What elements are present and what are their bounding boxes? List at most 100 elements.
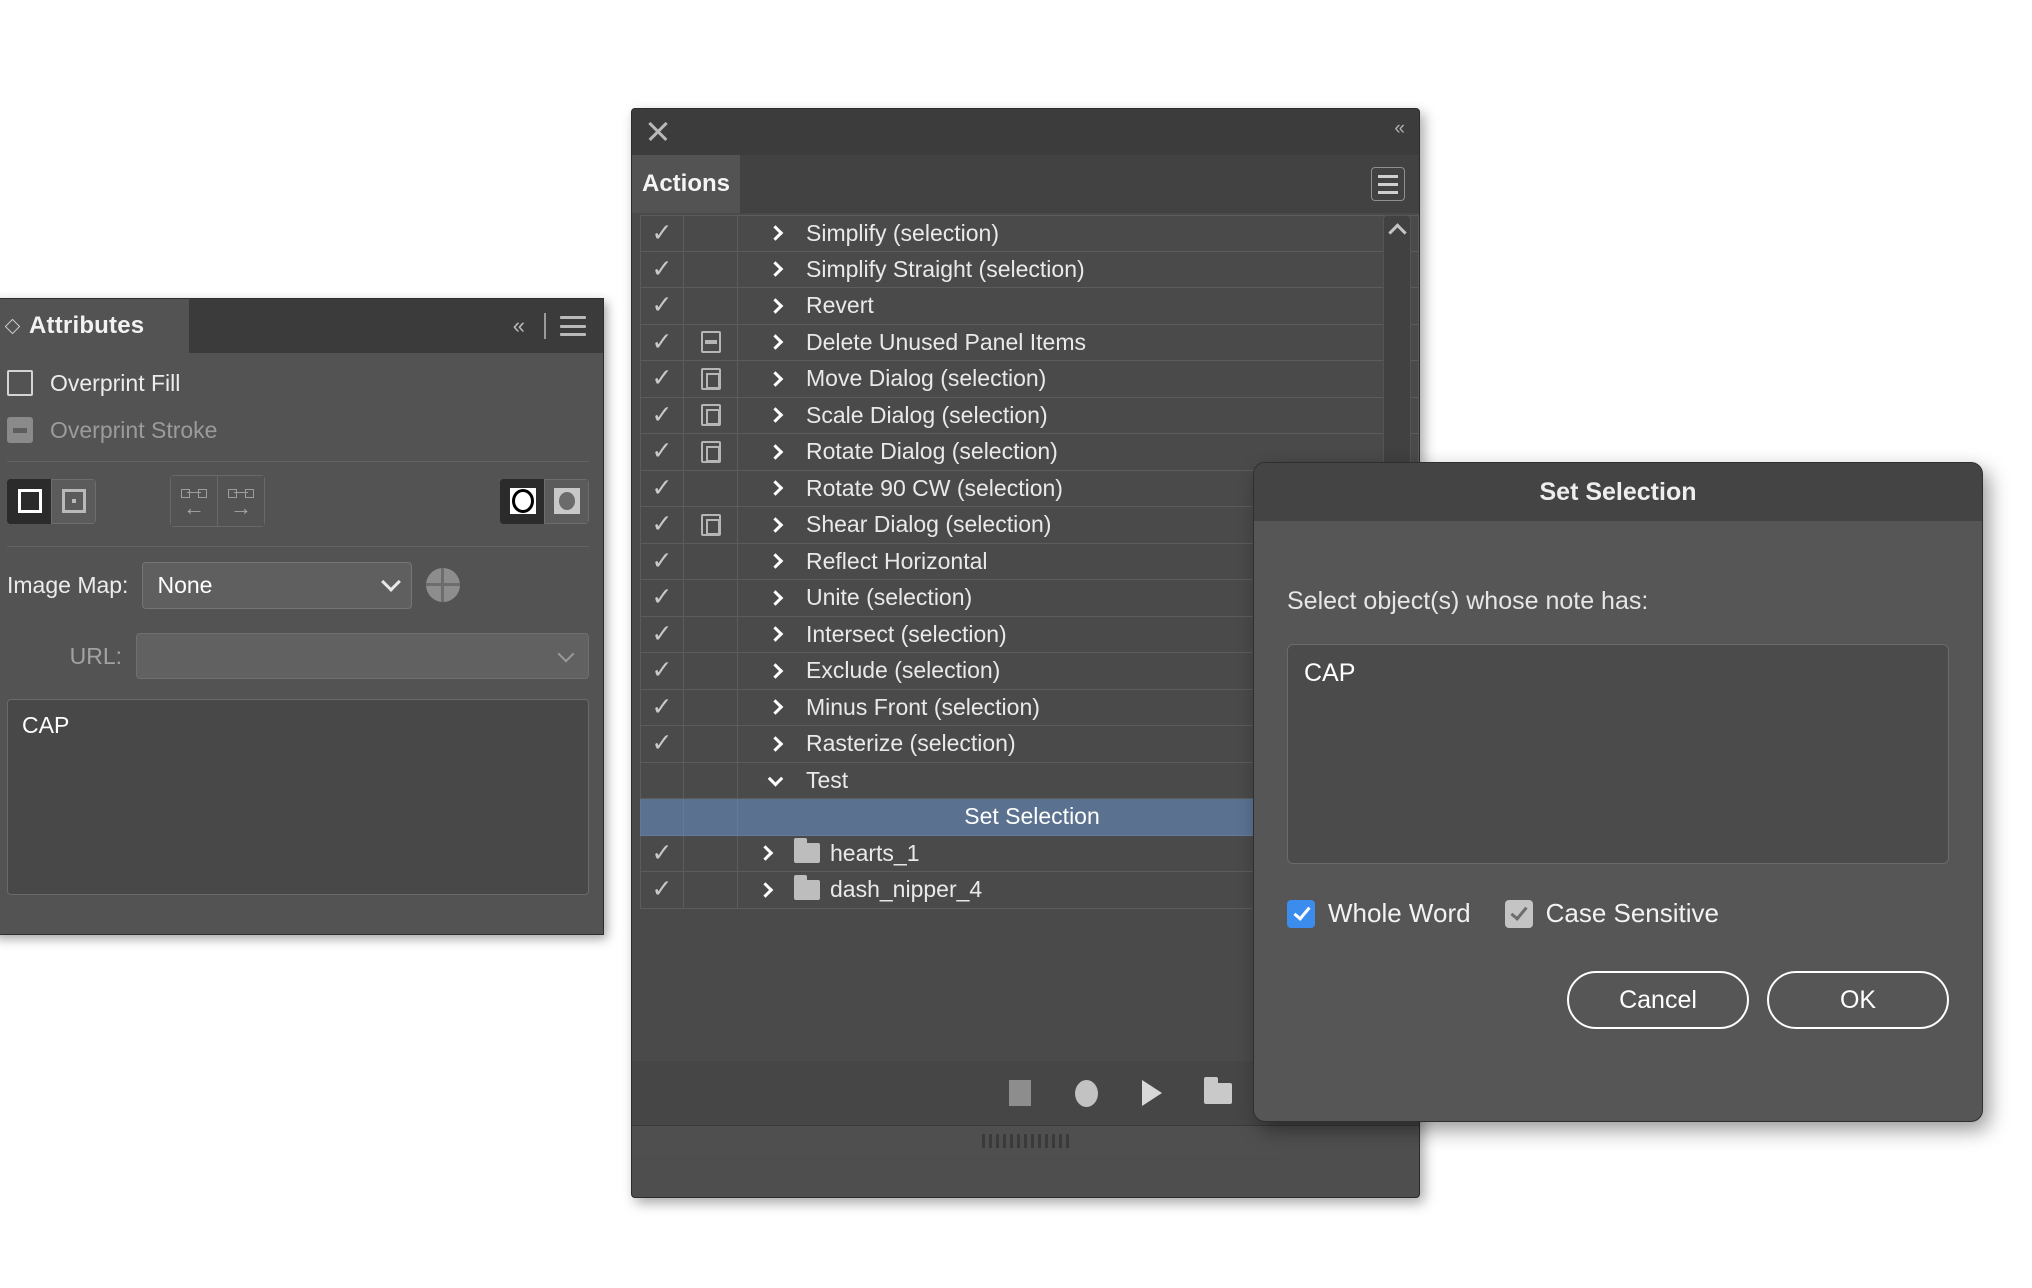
actions-resize-grip[interactable] [632, 1125, 1419, 1155]
globe-icon[interactable] [426, 568, 461, 602]
chevron-right-icon[interactable] [767, 662, 784, 679]
note-textarea[interactable]: CAP [7, 699, 589, 895]
create-new-set-button[interactable] [1203, 1076, 1233, 1108]
chevron-right-icon[interactable] [767, 407, 784, 424]
dialog-toggle-cell[interactable] [684, 616, 738, 653]
chevron-right-icon[interactable] [767, 589, 784, 606]
chevron-right-icon[interactable] [767, 735, 784, 752]
show-center-button[interactable] [7, 478, 52, 524]
chevron-right-icon[interactable] [757, 881, 774, 898]
dialog-toggle-cell[interactable] [684, 215, 738, 252]
record-button[interactable] [1071, 1078, 1101, 1108]
case-sensitive-option[interactable]: Case Sensitive [1504, 898, 1719, 929]
action-toggle-checkbox[interactable]: ✓ [640, 470, 684, 507]
action-row[interactable]: ✓ Scale Dialog (selection) [640, 397, 1419, 434]
overprint-fill-checkbox[interactable] [7, 370, 33, 396]
play-button[interactable] [1137, 1078, 1167, 1108]
tab-actions[interactable]: Actions [632, 155, 740, 213]
action-toggle-checkbox[interactable]: ✓ [640, 616, 684, 653]
url-input[interactable] [136, 633, 589, 679]
whole-word-option[interactable]: Whole Word [1287, 898, 1471, 929]
stop-button[interactable] [1005, 1078, 1035, 1108]
chevron-right-icon[interactable] [767, 553, 784, 570]
action-toggle-checkbox[interactable]: ✓ [640, 324, 684, 361]
chevron-right-icon[interactable] [767, 297, 784, 314]
action-toggle-checkbox[interactable]: ✓ [640, 251, 684, 288]
action-label-cell[interactable]: Delete Unused Panel Items [738, 324, 1419, 361]
note-search-textarea[interactable]: CAP [1287, 644, 1949, 864]
action-row[interactable]: ✓ Move Dialog (selection) [640, 361, 1419, 398]
dialog-toggle-cell[interactable] [684, 726, 738, 763]
chevron-up-icon[interactable] [1388, 223, 1407, 242]
dialog-toggle-cell[interactable] [684, 762, 738, 799]
action-toggle-checkbox[interactable]: ✓ [640, 288, 684, 325]
chevron-right-icon[interactable] [757, 845, 774, 862]
action-toggle-checkbox[interactable]: ✓ [640, 361, 684, 398]
action-toggle-checkbox[interactable]: ✓ [640, 434, 684, 471]
action-toggle-checkbox[interactable]: ✓ [640, 580, 684, 617]
image-map-select[interactable]: None [142, 561, 413, 609]
cancel-button[interactable]: Cancel [1567, 971, 1749, 1029]
hide-center-button[interactable] [51, 478, 96, 524]
reverse-path-right-button[interactable]: → [217, 475, 265, 527]
close-icon[interactable] [646, 119, 670, 143]
chevron-right-icon[interactable] [767, 699, 784, 716]
chevron-right-icon[interactable] [767, 480, 784, 497]
dialog-toggle-cell[interactable] [684, 324, 738, 361]
overprint-fill-row[interactable]: Overprint Fill [7, 353, 589, 405]
action-toggle-checkbox[interactable]: ✓ [640, 215, 684, 252]
reverse-path-left-button[interactable]: ← [170, 475, 218, 527]
action-toggle-checkbox[interactable]: ✓ [640, 689, 684, 726]
chevron-right-icon[interactable] [767, 443, 784, 460]
evenodd-fill-rule-button[interactable] [544, 478, 589, 524]
action-row[interactable]: ✓ Delete Unused Panel Items [640, 324, 1419, 361]
dialog-toggle-cell[interactable] [684, 288, 738, 325]
dialog-toggle-cell[interactable] [684, 872, 738, 909]
action-label-cell[interactable]: Simplify (selection) [738, 215, 1419, 252]
action-toggle-checkbox[interactable]: ✓ [640, 397, 684, 434]
action-label-cell[interactable]: Revert [738, 288, 1419, 325]
action-toggle-checkbox[interactable]: ✓ [640, 507, 684, 544]
action-toggle-checkbox[interactable]: ✓ [640, 726, 684, 763]
dialog-toggle-cell[interactable] [684, 835, 738, 872]
hamburger-menu-icon[interactable] [1371, 167, 1405, 201]
action-toggle-checkbox[interactable]: ✓ [640, 835, 684, 872]
action-toggle-checkbox[interactable] [640, 799, 684, 836]
collapse-chevrons-icon[interactable]: « [1394, 118, 1404, 140]
dialog-toggle-cell[interactable] [684, 543, 738, 580]
collapse-chevrons-icon[interactable]: « [499, 313, 537, 339]
chevron-right-icon[interactable] [767, 516, 784, 533]
ok-button[interactable]: OK [1767, 971, 1949, 1029]
action-row[interactable]: ✓ Simplify (selection) [640, 215, 1419, 252]
tab-attributes[interactable]: Attributes [0, 299, 189, 353]
chevron-right-icon[interactable] [767, 225, 784, 242]
dialog-toggle-cell[interactable] [684, 434, 738, 471]
chevron-right-icon[interactable] [767, 370, 784, 387]
dialog-toggle-cell[interactable] [684, 397, 738, 434]
action-toggle-checkbox[interactable]: ✓ [640, 872, 684, 909]
dialog-toggle-cell[interactable] [684, 653, 738, 690]
dialog-toggle-cell[interactable] [684, 580, 738, 617]
action-label-cell[interactable]: Move Dialog (selection) [738, 361, 1419, 398]
action-label-cell[interactable]: Scale Dialog (selection) [738, 397, 1419, 434]
dialog-toggle-cell[interactable] [684, 470, 738, 507]
chevron-down-icon[interactable] [767, 771, 784, 787]
dialog-toggle-cell[interactable] [684, 507, 738, 544]
nonzero-fill-rule-button[interactable] [500, 478, 545, 524]
action-row[interactable]: ✓ Revert [640, 288, 1419, 325]
chevron-right-icon[interactable] [767, 626, 784, 643]
chevron-right-icon[interactable] [767, 261, 784, 278]
dialog-toggle-cell[interactable] [684, 251, 738, 288]
action-toggle-checkbox[interactable] [640, 762, 684, 799]
dialog-toggle-cell[interactable] [684, 799, 738, 836]
action-row[interactable]: ✓ Simplify Straight (selection) [640, 251, 1419, 288]
dialog-toggle-cell[interactable] [684, 361, 738, 398]
dialog-toggle-cell[interactable] [684, 689, 738, 726]
hamburger-menu-icon[interactable] [560, 316, 586, 336]
chevron-right-icon[interactable] [767, 334, 784, 351]
whole-word-checkbox[interactable] [1287, 899, 1315, 928]
action-label-cell[interactable]: Simplify Straight (selection) [738, 251, 1419, 288]
case-sensitive-checkbox[interactable] [1504, 899, 1533, 928]
action-toggle-checkbox[interactable]: ✓ [640, 653, 684, 690]
action-toggle-checkbox[interactable]: ✓ [640, 543, 684, 580]
